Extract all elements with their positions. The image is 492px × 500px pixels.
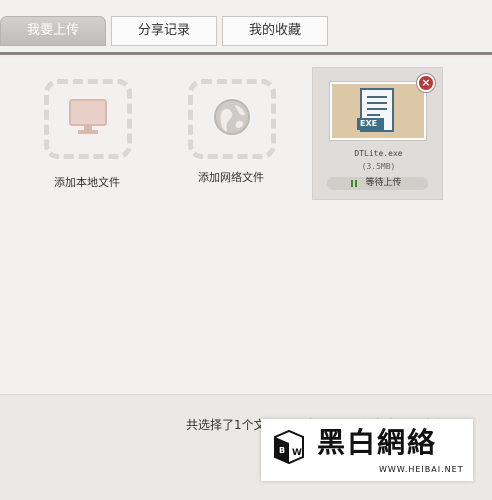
tab-my-upload[interactable]: 我要上传	[0, 16, 106, 46]
tab-my-favorites[interactable]: 我的收藏	[222, 16, 328, 46]
file-type-badge: EXE	[360, 119, 378, 128]
watermark-url: WWW.HEIBAI.NET	[379, 465, 464, 474]
file-thumbnail: EXE	[330, 82, 426, 140]
file-card[interactable]: EXE × DTLite.exe (3.5MB) 等待上传	[312, 67, 443, 200]
monitor-icon	[68, 98, 108, 140]
file-name: DTLite.exe	[354, 149, 403, 158]
globe-icon	[212, 97, 252, 141]
add-network-file-label: 添加网络文件	[198, 171, 264, 184]
tab-bar: 我要上传 分享记录 我的收藏	[0, 0, 492, 55]
upload-status-text: 等待上传	[365, 178, 402, 188]
file-size: (3.5MB)	[361, 162, 396, 171]
exe-file-icon	[356, 87, 400, 141]
heibai-logo-icon: W B	[271, 429, 307, 465]
watermark: W B 黑白網絡 WWW.HEIBAI.NET	[261, 419, 473, 481]
close-icon: ×	[421, 76, 431, 89]
upload-status-badge[interactable]: 等待上传	[327, 177, 428, 190]
pause-icon[interactable]	[351, 180, 357, 187]
tab-share-history[interactable]: 分享记录	[111, 16, 217, 46]
svg-text:B: B	[279, 446, 285, 455]
add-local-file-button[interactable]	[44, 79, 132, 159]
add-local-file-label: 添加本地文件	[54, 176, 120, 189]
remove-file-button[interactable]: ×	[417, 74, 435, 92]
watermark-brand: 黑白網絡	[317, 426, 438, 459]
add-network-file-button[interactable]	[188, 79, 276, 159]
svg-text:W: W	[292, 448, 302, 458]
upload-area: 添加本地文件 添加网络文件 EXE × DTLite.exe (3.5MB) 等…	[0, 58, 492, 394]
